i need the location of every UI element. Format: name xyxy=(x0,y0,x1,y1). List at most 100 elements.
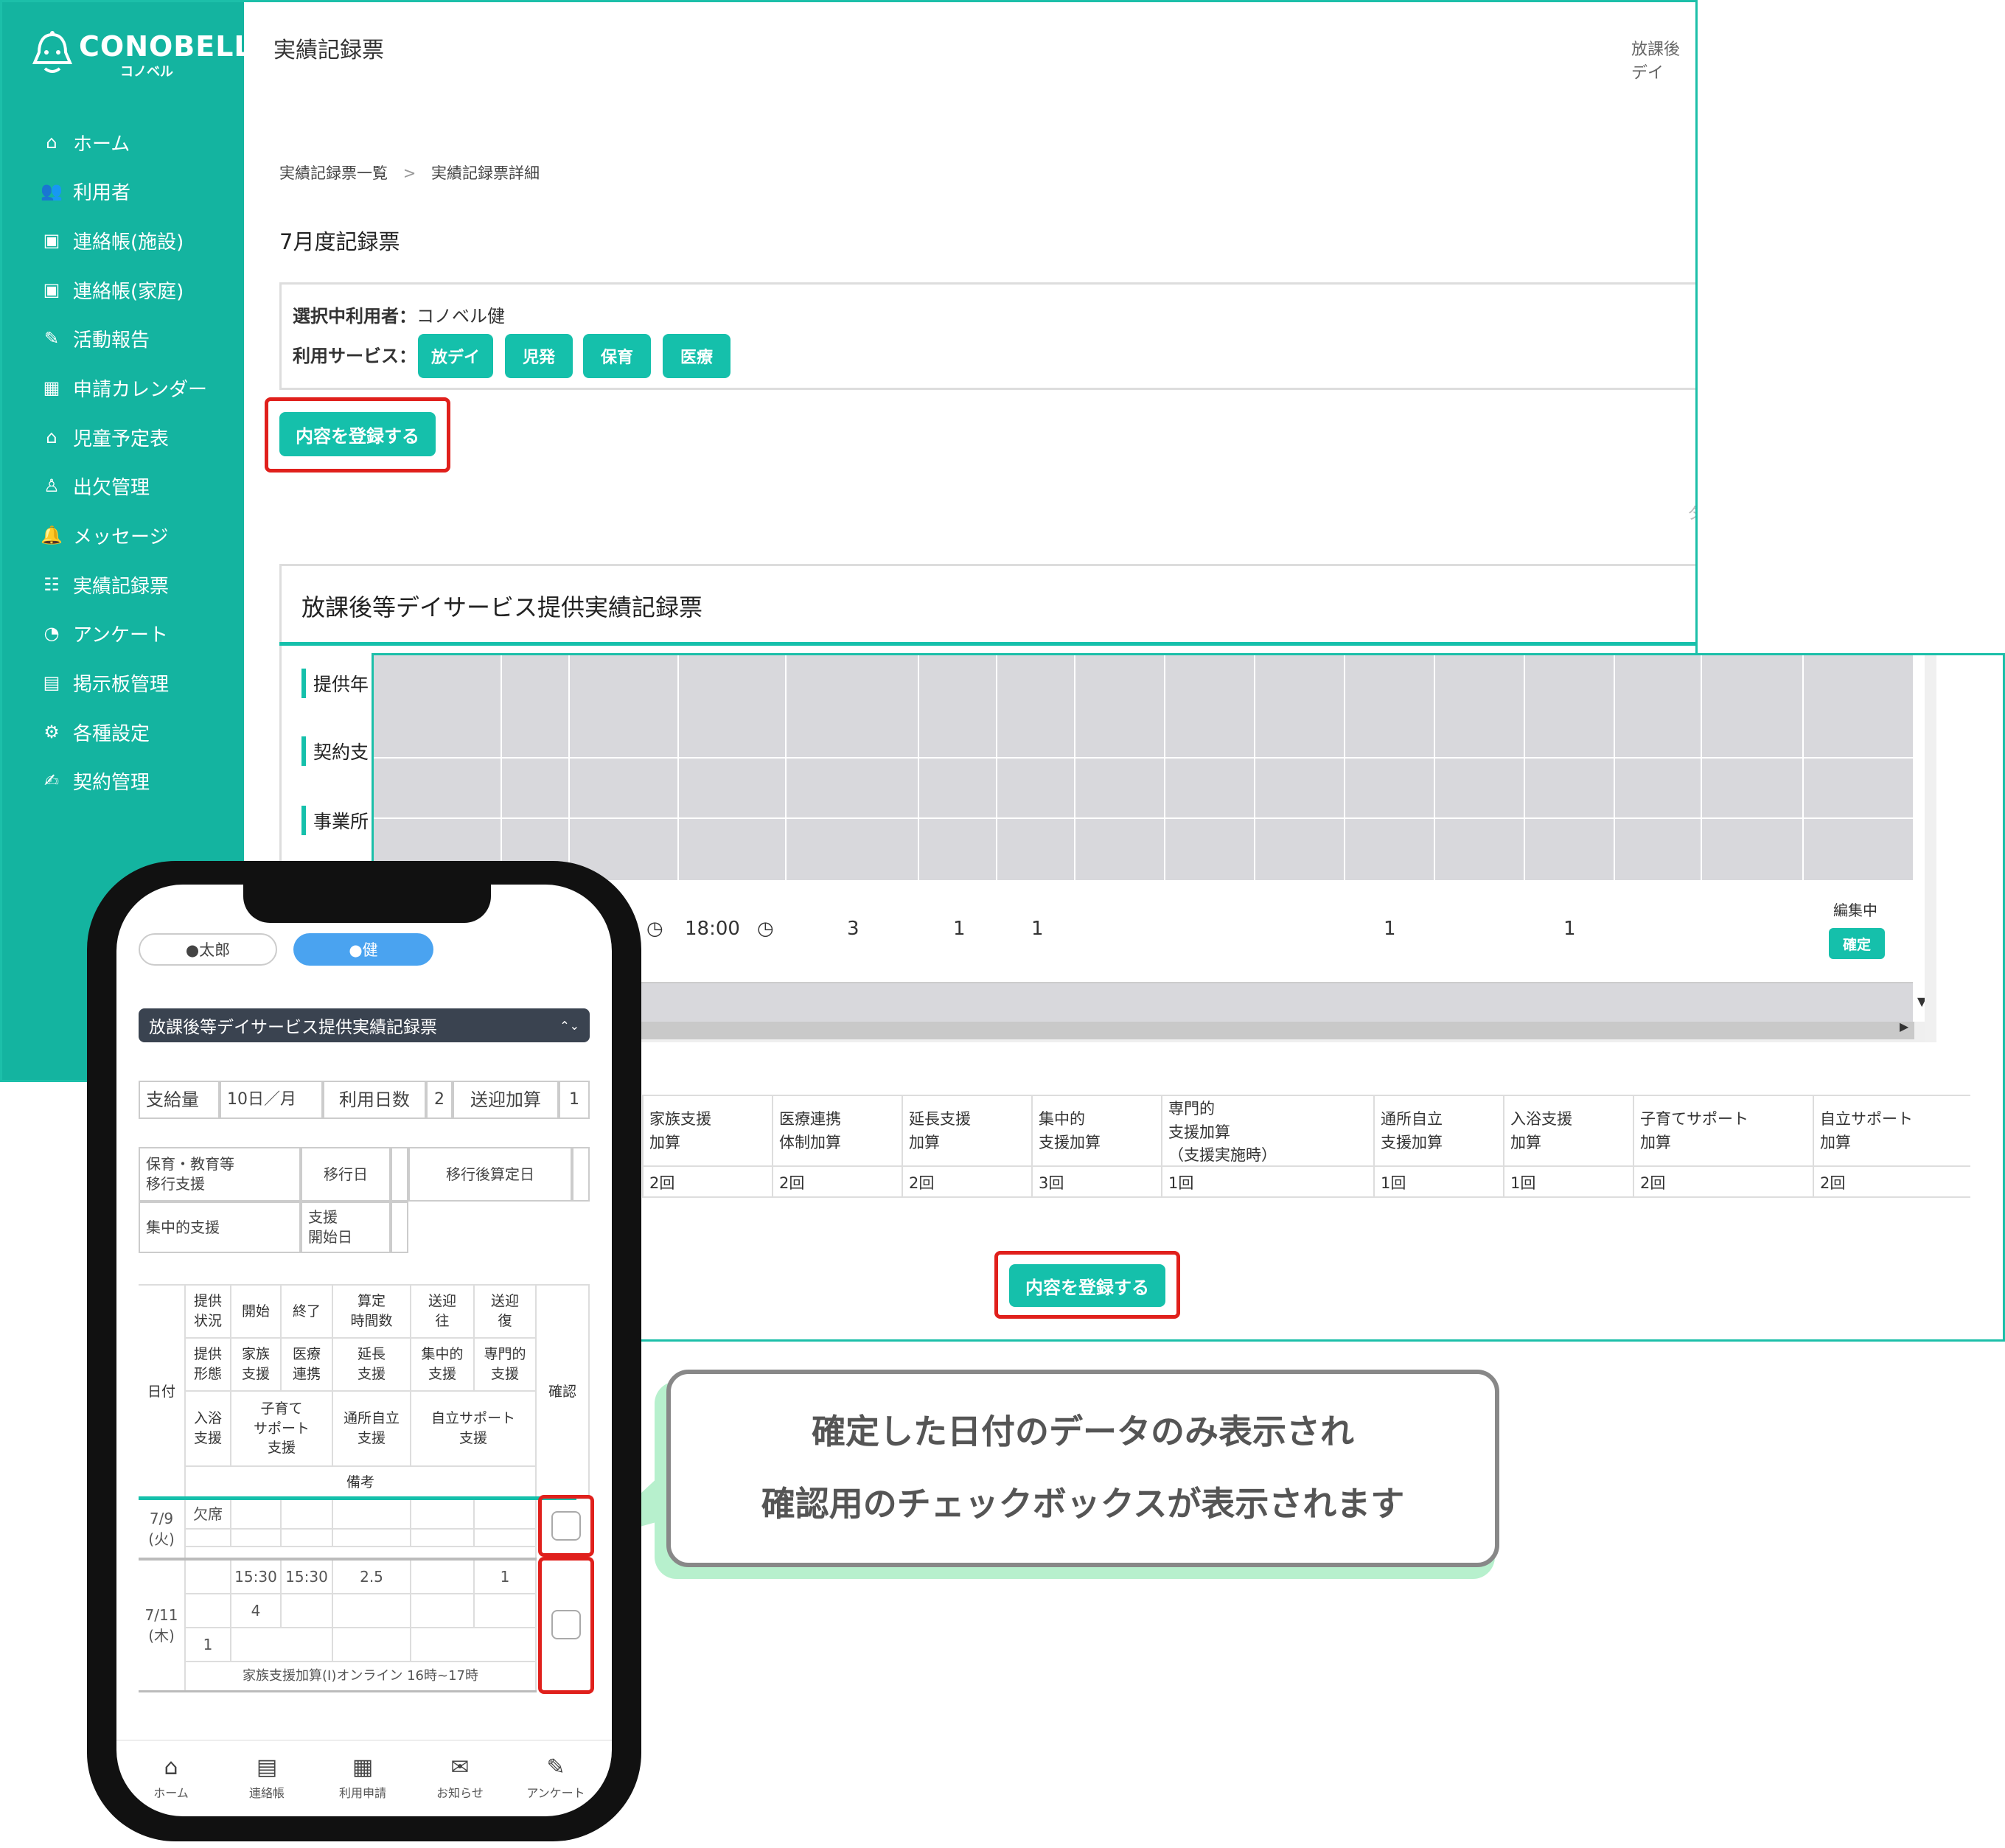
pickup-label: 送迎加算 xyxy=(453,1081,559,1119)
end-time-cell: 18:00 xyxy=(685,918,740,940)
header-r1: 送迎 往 xyxy=(411,1286,475,1339)
register-button-bottom[interactable]: 内容を登録する xyxy=(1009,1264,1165,1307)
focus-start-value xyxy=(391,1202,408,1253)
record-type-select[interactable]: 放課後等デイサービス提供実績記録票 ⌃⌄ xyxy=(139,1008,590,1042)
service-badge-iryo[interactable]: 医療 xyxy=(663,334,730,378)
horizontal-scrollbar-thumb[interactable] xyxy=(624,1022,1914,1039)
breadcrumb-link-list[interactable]: 実績記録票一覧 xyxy=(279,164,388,182)
grid-line xyxy=(1254,655,1255,880)
post-transition-date-label: 移行後算定日 xyxy=(408,1147,572,1202)
tabbar-divider xyxy=(116,1740,612,1741)
sidebar-item-attendance[interactable]: ♙ 出欠管理 xyxy=(41,465,150,506)
user-tab-taro[interactable]: ●太郎 xyxy=(139,933,277,966)
vertical-scrollbar-track[interactable] xyxy=(1925,655,1936,1042)
header-confirm: 確認 xyxy=(537,1286,590,1499)
person-icon: ♙ xyxy=(43,475,60,496)
sidebar-item-users[interactable]: 👥 利用者 xyxy=(41,170,130,212)
additions-header: 入浴支援 加算 xyxy=(1510,1110,1572,1151)
header-r1: 開始 xyxy=(231,1286,282,1339)
sidebar-item-contracts[interactable]: ✍ 契約管理 xyxy=(41,760,150,801)
row-cell xyxy=(333,1530,411,1547)
days-label: 利用日数 xyxy=(323,1081,426,1119)
grid-line xyxy=(1434,655,1435,880)
grid-line xyxy=(1701,655,1702,880)
tabbar-survey[interactable]: ✎ アンケート xyxy=(512,1754,600,1801)
partial-text: タ xyxy=(1687,501,1695,524)
additions-value: 2回 xyxy=(779,1174,805,1192)
grid-line xyxy=(918,655,919,880)
sidebar-item-settings[interactable]: ⚙ 各種設定 xyxy=(41,711,150,753)
home-icon: ⌂ xyxy=(164,1754,178,1780)
callout-box xyxy=(666,1370,1499,1567)
grid-line xyxy=(677,655,679,880)
row-cell xyxy=(475,1500,537,1530)
sidebar-item-notebook-home[interactable]: ▣ 連絡帳(家庭) xyxy=(41,269,184,310)
grid-line xyxy=(1344,655,1345,880)
clock-icon: ◷ xyxy=(646,918,663,940)
post-transition-date-value xyxy=(572,1147,590,1202)
row-cell xyxy=(231,1628,333,1662)
sidebar-item-activity-report[interactable]: ✎ 活動報告 xyxy=(41,318,150,359)
additions-header: 通所自立 支援加算 xyxy=(1381,1110,1443,1151)
row-cell xyxy=(411,1561,475,1594)
header-r2: 家族 支援 xyxy=(231,1339,282,1392)
row-cell xyxy=(282,1500,333,1530)
user-tab-ken[interactable]: ●健 xyxy=(293,933,433,966)
grid-line xyxy=(1164,655,1165,880)
additions-header: 子育てサポート 加算 xyxy=(1640,1110,1748,1151)
header-r2: 医療 連携 xyxy=(282,1339,333,1392)
confirm-checkbox-7-11[interactable] xyxy=(551,1610,581,1639)
row-cell xyxy=(186,1561,231,1594)
clock-icon[interactable]: ◷ xyxy=(757,918,774,940)
service-badge-jihatsu[interactable]: 児発 xyxy=(505,334,573,378)
record-section-title: 放課後等デイサービス提供実績記録票 xyxy=(301,593,703,621)
row-note: 家族支援加算(I)オンライン 16時~17時 xyxy=(186,1662,537,1692)
header-date: 日付 xyxy=(139,1286,186,1499)
selected-user-label: 選択中利用者： xyxy=(293,306,416,327)
table-cell: 1 xyxy=(953,918,966,940)
sidebar-item-notebook-facility[interactable]: ▣ 連絡帳(施設) xyxy=(41,220,184,261)
chevron-updown-icon: ⌃⌄ xyxy=(559,1018,579,1033)
sidebar-item-records[interactable]: ☷ 実績記録票 xyxy=(41,564,169,605)
row-cell xyxy=(333,1594,411,1628)
register-button[interactable]: 内容を登録する xyxy=(279,412,436,456)
row-start: 15:30 xyxy=(231,1561,282,1594)
additions-col: 集中的 支援加算 3回 xyxy=(1031,1095,1161,1198)
row-cell xyxy=(282,1530,333,1547)
calendar-icon: ▦ xyxy=(43,377,60,398)
service-badge-hoiku[interactable]: 保育 xyxy=(583,334,651,378)
tabbar-home[interactable]: ⌂ ホーム xyxy=(127,1754,215,1801)
confirm-checkbox-7-9[interactable] xyxy=(551,1511,581,1541)
sidebar-item-request-calendar[interactable]: ▦ 申請カレンダー xyxy=(41,367,207,408)
sidebar-item-child-schedule[interactable]: ⌂ 児童予定表 xyxy=(41,416,169,458)
sidebar-item-messages[interactable]: 🔔 メッセージ xyxy=(41,515,168,556)
row-family: 4 xyxy=(231,1594,282,1628)
tabbar-request[interactable]: ▦ 利用申請 xyxy=(318,1754,407,1801)
header-r3: 通所自立 支援 xyxy=(333,1392,411,1467)
header-r2: 集中的 支援 xyxy=(411,1339,475,1392)
additions-col: 専門的 支援加算 （支援実施時） 1回 xyxy=(1161,1095,1373,1198)
sidebar-item-survey[interactable]: ◔ アンケート xyxy=(41,613,168,654)
additions-col: 子育てサポート 加算 2回 xyxy=(1633,1095,1813,1198)
table-cell: 1 xyxy=(1563,918,1576,940)
callout-line-1: 確定した日付のデータのみ表示され xyxy=(812,1412,1354,1451)
additions-col: 自立サポート 加算 2回 xyxy=(1813,1095,1970,1198)
sidebar-item-home[interactable]: ⌂ ホーム xyxy=(41,122,130,163)
header-r2: 提供 形態 xyxy=(186,1339,231,1392)
sidebar-item-board[interactable]: ▤ 掲示板管理 xyxy=(41,662,169,703)
additions-value: 1回 xyxy=(1168,1174,1194,1192)
header-r1: 送迎 復 xyxy=(475,1286,537,1339)
row-cell xyxy=(282,1594,333,1628)
additions-header: 専門的 支援加算 （支援実施時） xyxy=(1168,1100,1277,1164)
confirm-button[interactable]: 確定 xyxy=(1829,928,1885,959)
row-cell xyxy=(475,1530,537,1547)
table-icon: ☷ xyxy=(43,574,60,595)
top-right-text: 放課後デイ xyxy=(1631,41,1681,83)
grid-line xyxy=(1524,655,1525,880)
phone-table-body: 7/9 (火) 欠席 7/11 (木) 15:30 15:30 2.5 1 4 1 家族支援加算(… xyxy=(139,1500,590,1692)
service-badge-houday[interactable]: 放デイ xyxy=(418,334,493,378)
row-label-year: 提供年 xyxy=(301,669,369,698)
tabbar-notebook[interactable]: ▤ 連絡帳 xyxy=(223,1754,311,1801)
scroll-right-arrow-icon[interactable]: ▶ xyxy=(1900,1019,1908,1033)
tabbar-news[interactable]: ✉ お知らせ xyxy=(416,1754,504,1801)
